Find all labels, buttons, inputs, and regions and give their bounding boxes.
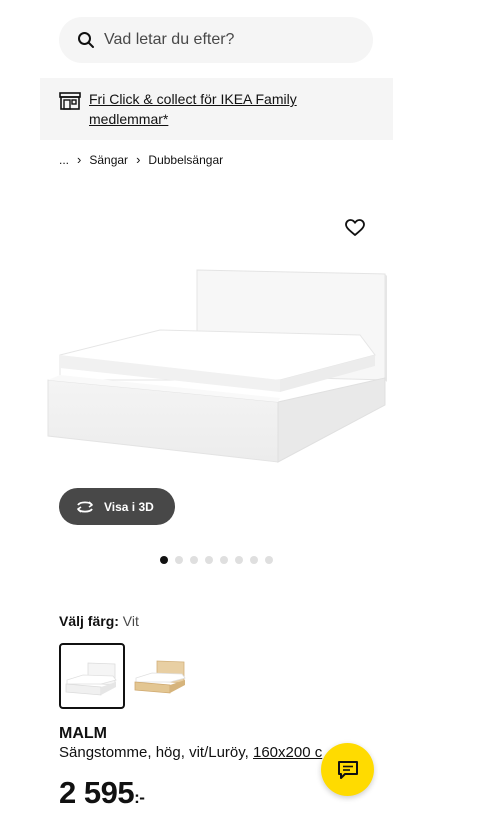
view-3d-button[interactable]: Visa i 3D <box>59 488 175 525</box>
chevron-right-icon: › <box>77 152 82 167</box>
carousel-dot[interactable] <box>235 556 243 564</box>
chat-icon <box>337 760 358 779</box>
color-value: Vit <box>122 613 139 629</box>
search-input[interactable]: Vad letar du efter? <box>104 31 234 49</box>
swatch-image-oak <box>134 660 186 694</box>
product-description-text: Sängstomme, hög, vit/Luröy, <box>59 744 249 761</box>
carousel-dot[interactable] <box>205 556 213 564</box>
carousel-dot[interactable] <box>220 556 228 564</box>
price-value: 2 595 <box>59 775 135 810</box>
carousel-dot[interactable] <box>175 556 183 564</box>
product-description: Sängstomme, hög, vit/Luröy, 160x200 c <box>59 744 322 761</box>
carousel-dot[interactable] <box>250 556 258 564</box>
rotate-3d-icon <box>77 501 93 513</box>
breadcrumb-item-sangar[interactable]: Sängar <box>89 153 128 167</box>
product-size-link[interactable]: 160x200 c <box>253 744 322 761</box>
color-swatch-white[interactable] <box>59 643 125 709</box>
product-name: MALM <box>59 725 107 742</box>
color-label: Välj färg: <box>59 613 119 629</box>
heart-icon[interactable] <box>345 219 365 237</box>
breadcrumb: ... › Sängar › Dubbelsängar <box>59 152 223 167</box>
chat-button[interactable] <box>321 743 374 796</box>
store-icon <box>59 92 81 110</box>
product-price: 2 595:- <box>59 775 145 811</box>
color-swatch-oak[interactable] <box>130 645 194 709</box>
search-bar[interactable]: Vad letar du efter? <box>59 17 373 63</box>
view-3d-label: Visa i 3D <box>104 500 154 514</box>
click-collect-banner[interactable]: Fri Click & collect för IKEA Family medl… <box>40 78 393 140</box>
breadcrumb-ellipsis[interactable]: ... <box>59 153 69 167</box>
swatch-image-white <box>65 662 117 696</box>
carousel-dot[interactable] <box>160 556 168 564</box>
banner-link[interactable]: Fri Click & collect för IKEA Family medl… <box>89 89 379 129</box>
carousel-indicator <box>160 556 273 564</box>
chevron-right-icon: › <box>136 152 141 167</box>
search-icon <box>78 32 94 48</box>
carousel-dot[interactable] <box>190 556 198 564</box>
product-image[interactable] <box>40 250 400 480</box>
price-suffix: :- <box>134 788 145 807</box>
carousel-dot[interactable] <box>265 556 273 564</box>
breadcrumb-item-dubbelsangar[interactable]: Dubbelsängar <box>148 153 223 167</box>
color-selector-label: Välj färg: Vit <box>59 613 139 629</box>
